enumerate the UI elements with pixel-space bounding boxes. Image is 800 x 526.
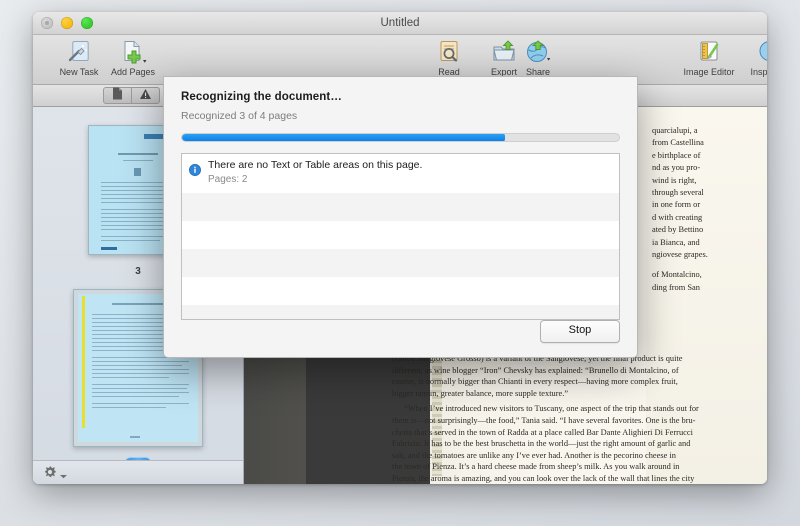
- image-editor-button[interactable]: Image Editor: [677, 38, 741, 77]
- page-line: different, as wine blogger “Iron” Chevsk…: [392, 365, 767, 377]
- dialog-title: Recognizing the document…: [181, 91, 620, 103]
- list-row-placeholder: [182, 249, 619, 277]
- inspector-icon: i: [741, 38, 767, 64]
- new-task-label: New Task: [51, 67, 107, 77]
- read-icon: [421, 38, 477, 64]
- page-line: the town of Pienza. It’s a hard cheese m…: [392, 461, 767, 473]
- list-row-placeholder: [182, 221, 619, 249]
- page-line: e birthplace of: [652, 150, 767, 162]
- right-page-body-text: quarcialupi, a from Castellina e birthpl…: [652, 125, 767, 294]
- message-detail: Pages: 2: [208, 173, 422, 186]
- inspector-label: Inspector: [741, 67, 767, 77]
- page-line: Pienza, the aroma is amazing, and you ca…: [392, 473, 767, 484]
- read-button[interactable]: Read: [421, 38, 477, 77]
- desktop-background: Untitled New Task: [0, 0, 800, 526]
- filter-segmented-control: [103, 87, 160, 104]
- page-line: course, is normally bigger than Chianti …: [392, 376, 767, 388]
- add-pages-label: Add Pages: [105, 67, 161, 77]
- recognition-progress-dialog: Recognizing the document… Recognized 3 o…: [163, 76, 638, 358]
- progress-bar: [181, 133, 620, 142]
- share-icon: [510, 38, 566, 64]
- page-line: nd as you pro-: [652, 162, 767, 174]
- minimize-button[interactable]: [61, 17, 73, 29]
- warning-triangle-icon: [139, 87, 152, 105]
- page-line: quarcialupi, a: [652, 125, 767, 137]
- page-line: in one form or: [652, 199, 767, 211]
- close-button[interactable]: [41, 17, 53, 29]
- settings-gear-button[interactable]: [43, 465, 67, 484]
- page-line: bigger tannin, greater balance, more sup…: [392, 388, 767, 400]
- image-editor-label: Image Editor: [677, 67, 741, 77]
- page-line: chetta that’s served in the town of Radd…: [392, 427, 767, 439]
- page-line: them is—not surprisingly—the food,” Tani…: [392, 415, 767, 427]
- progress-bar-fill: [182, 134, 505, 141]
- page-line: ding from San: [652, 282, 767, 294]
- document-icon: [112, 87, 123, 105]
- title-bar[interactable]: Untitled: [33, 12, 767, 35]
- message-list[interactable]: There are no Text or Table areas on this…: [181, 153, 620, 320]
- stop-button[interactable]: Stop: [540, 320, 620, 343]
- inspector-button[interactable]: i Inspector: [741, 38, 767, 77]
- window-title: Untitled: [33, 12, 767, 34]
- pages-filter-button[interactable]: [103, 87, 132, 104]
- list-row-placeholder: [182, 193, 619, 221]
- info-icon: [189, 163, 201, 186]
- application-window: Untitled New Task: [33, 12, 767, 484]
- image-editor-icon: [677, 38, 741, 64]
- new-task-button[interactable]: New Task: [51, 38, 107, 77]
- message-row: There are no Text or Table areas on this…: [182, 154, 619, 193]
- sidebar-footer: [33, 460, 243, 484]
- chevron-down-icon: [60, 466, 67, 484]
- dialog-subtitle: Recognized 3 of 4 pages: [181, 110, 620, 122]
- window-controls: [41, 17, 93, 29]
- list-row-placeholder: [182, 305, 619, 320]
- page-body-text: (called Sangiovese Grosso) is a variant …: [392, 353, 767, 484]
- page-line: “When I’ve introduced new visitors to Tu…: [392, 403, 767, 415]
- add-pages-button[interactable]: Add Pages: [105, 38, 161, 77]
- list-row-placeholder: [182, 277, 619, 305]
- zoom-button[interactable]: [81, 17, 93, 29]
- dialog-actions: Stop: [540, 320, 620, 343]
- page-line: ngiovese grapes.: [652, 249, 767, 261]
- page-line: d with creating: [652, 212, 767, 224]
- page-line: salt, and the tomatoes are unlike any I’…: [392, 450, 767, 462]
- page-line: of Montalcino,: [652, 269, 767, 281]
- warnings-filter-button[interactable]: [132, 87, 160, 104]
- page-line: wind is right,: [652, 175, 767, 187]
- new-task-icon: [51, 38, 107, 64]
- page-line: from Castellina: [652, 137, 767, 149]
- message-text: There are no Text or Table areas on this…: [208, 159, 422, 172]
- page-line: ated by Bettino: [652, 224, 767, 236]
- share-button[interactable]: Share: [510, 38, 566, 77]
- gear-icon: [43, 465, 57, 484]
- add-pages-icon: [105, 38, 161, 64]
- page-line: Fabrizio. It has to be the best bruschet…: [392, 438, 767, 450]
- page-line: ia Bianca, and: [652, 237, 767, 249]
- page-line: through several: [652, 187, 767, 199]
